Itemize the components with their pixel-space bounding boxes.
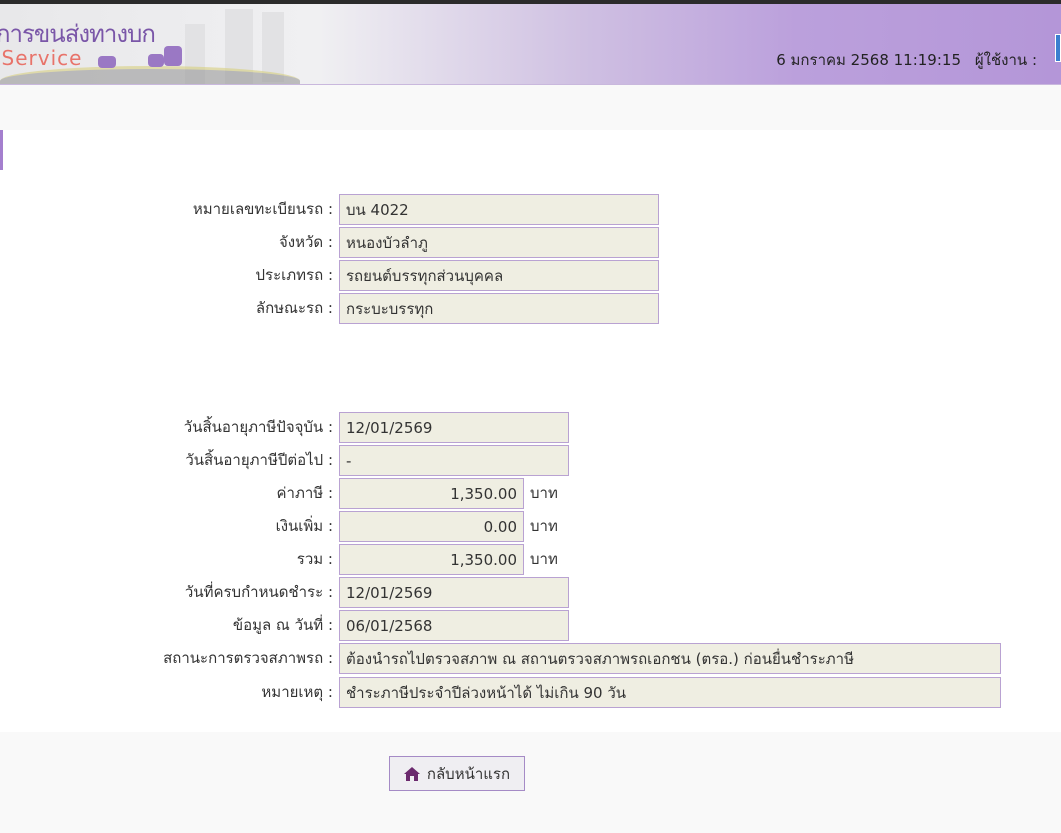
- logo-subtitle: e-Service: [0, 46, 83, 70]
- total-label: รวม :: [296, 550, 333, 568]
- plate-label: หมายเลขทะเบียนรถ :: [192, 200, 333, 218]
- header-banner: การขนส่งทางบก e-Service 6 มกราคม 2568 11…: [0, 4, 1061, 85]
- inspection-status-field: ต้องนำรถไปตรวจสภาพ ณ สถานตรวจสภาพรถเอกชน…: [339, 643, 1001, 674]
- tax-amount-field: 1,350.00: [339, 478, 524, 509]
- current-expiry-field: 12/01/2569: [339, 412, 569, 443]
- province-field: หนองบัวลำภู: [339, 227, 659, 258]
- body-type-label: ลักษณะรถ :: [255, 299, 333, 317]
- bus-icon: [164, 46, 182, 66]
- home-icon: [403, 766, 420, 781]
- vehicle-type-field: รถยนต์บรรทุกส่วนบุคคล: [339, 260, 659, 291]
- due-date-field: 12/01/2569: [339, 577, 569, 608]
- surcharge-unit: บาท: [530, 517, 558, 535]
- total-unit: บาท: [530, 550, 558, 568]
- car-icon: [98, 56, 116, 68]
- tax-amount-unit: บาท: [530, 484, 558, 502]
- plate-field: บน 4022: [339, 194, 659, 225]
- body-type-field: กระบะบรรทุก: [339, 293, 659, 324]
- user-label: ผู้ใช้งาน :: [974, 51, 1037, 69]
- remark-field: ชำระภาษีประจำปีล่วงหน้าได้ ไม่เกิน 90 วั…: [339, 677, 1001, 708]
- vehicle-type-label: ประเภทรถ :: [255, 266, 334, 284]
- current-datetime: 6 มกราคม 2568 11:19:15: [776, 51, 961, 69]
- surcharge-field: 0.00: [339, 511, 524, 542]
- province-label: จังหวัด :: [279, 233, 333, 251]
- user-menu-button[interactable]: [1055, 34, 1061, 62]
- data-as-of-label: ข้อมูล ณ วันที่ :: [232, 616, 333, 634]
- car-icon: [148, 54, 164, 67]
- data-as-of-field: 06/01/2568: [339, 610, 569, 641]
- remark-label: หมายเหตุ :: [261, 683, 333, 701]
- surcharge-label: เงินเพิ่ม :: [275, 517, 333, 535]
- inspection-status-label: สถานะการตรวจสภาพรถ :: [163, 649, 333, 667]
- current-expiry-label: วันสิ้นอายุภาษีปัจจุบัน :: [183, 418, 333, 436]
- tax-amount-label: ค่าภาษี :: [276, 484, 333, 502]
- back-home-button[interactable]: กลับหน้าแรก: [389, 756, 525, 791]
- next-expiry-field: -: [339, 445, 569, 476]
- due-date-label: วันที่ครบกำหนดชำระ :: [184, 583, 333, 601]
- section-marker: [0, 130, 3, 170]
- total-field: 1,350.00: [339, 544, 524, 575]
- next-expiry-label: วันสิ้นอายุภาษีปีต่อไป :: [185, 451, 333, 469]
- back-home-label: กลับหน้าแรก: [426, 764, 511, 783]
